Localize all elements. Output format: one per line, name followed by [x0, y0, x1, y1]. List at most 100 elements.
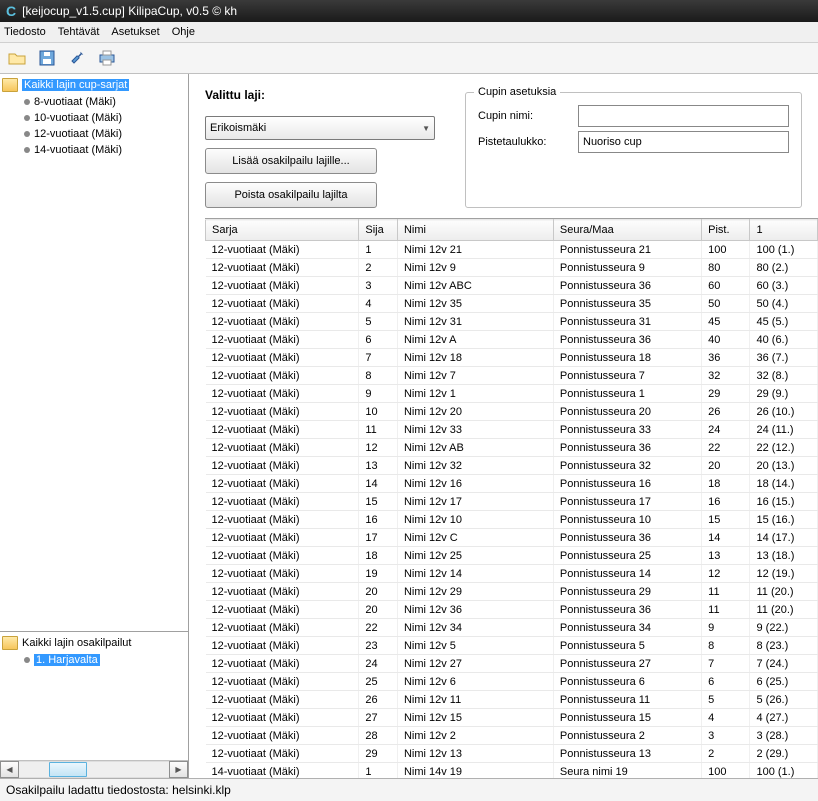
table-row[interactable]: 12-vuotiaat (Mäki)6Nimi 12v APonnistusse… [206, 331, 818, 349]
tree-item-series[interactable]: 8-vuotiaat (Mäki) [2, 94, 186, 110]
table-cell: Nimi 12v 11 [397, 691, 553, 709]
table-row[interactable]: 12-vuotiaat (Mäki)11Nimi 12v 33Ponnistus… [206, 421, 818, 439]
table-cell: 60 (3.) [750, 277, 818, 295]
table-cell: 12-vuotiaat (Mäki) [206, 619, 359, 637]
table-row[interactable]: 12-vuotiaat (Mäki)20Nimi 12v 29Ponnistus… [206, 583, 818, 601]
table-row[interactable]: 12-vuotiaat (Mäki)12Nimi 12v ABPonnistus… [206, 439, 818, 457]
table-cell: Nimi 12v 1 [397, 385, 553, 403]
table-cell: Ponnistusseura 36 [553, 331, 701, 349]
table-cell: 12-vuotiaat (Mäki) [206, 547, 359, 565]
table-row[interactable]: 12-vuotiaat (Mäki)10Nimi 12v 20Ponnistus… [206, 403, 818, 421]
scroll-track[interactable] [19, 761, 169, 778]
table-cell: Nimi 12v 35 [397, 295, 553, 313]
table-cell: Nimi 12v 16 [397, 475, 553, 493]
table-row[interactable]: 12-vuotiaat (Mäki)3Nimi 12v ABCPonnistus… [206, 277, 818, 295]
table-cell: Ponnistusseura 17 [553, 493, 701, 511]
table-row[interactable]: 12-vuotiaat (Mäki)27Nimi 12v 15Ponnistus… [206, 709, 818, 727]
table-cell: 12-vuotiaat (Mäki) [206, 529, 359, 547]
table-row[interactable]: 12-vuotiaat (Mäki)28Nimi 12v 2Ponnistuss… [206, 727, 818, 745]
toolbar [0, 43, 818, 74]
table-cell: 3 [359, 277, 398, 295]
table-cell: 12-vuotiaat (Mäki) [206, 709, 359, 727]
table-row[interactable]: 12-vuotiaat (Mäki)29Nimi 12v 13Ponnistus… [206, 745, 818, 763]
table-row[interactable]: 12-vuotiaat (Mäki)23Nimi 12v 5Ponnistuss… [206, 637, 818, 655]
sport-combo-value: Erikoismäki [210, 122, 266, 134]
tree-item-competition[interactable]: 1. Harjavalta [2, 652, 186, 668]
points-table-input[interactable]: Nuoriso cup [578, 131, 789, 153]
save-button[interactable] [34, 45, 60, 71]
table-cell: 12-vuotiaat (Mäki) [206, 655, 359, 673]
menu-ohje[interactable]: Ohje [172, 26, 195, 38]
table-row[interactable]: 12-vuotiaat (Mäki)14Nimi 12v 16Ponnistus… [206, 475, 818, 493]
table-cell: Ponnistusseura 33 [553, 421, 701, 439]
table-row[interactable]: 12-vuotiaat (Mäki)20Nimi 12v 36Ponnistus… [206, 601, 818, 619]
print-button[interactable] [94, 45, 120, 71]
tree-item-label: 8-vuotiaat (Mäki) [34, 96, 116, 108]
table-cell: 17 [359, 529, 398, 547]
competitions-tree[interactable]: Kaikki lajin osakilpailut 1. Harjavalta [0, 631, 188, 760]
menu-asetukset[interactable]: Asetukset [111, 26, 159, 38]
settings-button[interactable] [64, 45, 90, 71]
table-cell: 36 [702, 349, 750, 367]
scroll-right-icon[interactable]: ▶ [169, 761, 188, 778]
table-row[interactable]: 12-vuotiaat (Mäki)19Nimi 12v 14Ponnistus… [206, 565, 818, 583]
table-row[interactable]: 12-vuotiaat (Mäki)25Nimi 12v 6Ponnistuss… [206, 673, 818, 691]
left-scrollbar[interactable]: ◀ ▶ [0, 760, 188, 778]
menu-tiedosto[interactable]: Tiedosto [4, 26, 46, 38]
scroll-left-icon[interactable]: ◀ [0, 761, 19, 778]
table-row[interactable]: 12-vuotiaat (Mäki)15Nimi 12v 17Ponnistus… [206, 493, 818, 511]
remove-competition-label: Poista osakilpailu lajilta [234, 189, 347, 201]
table-cell: Nimi 12v 18 [397, 349, 553, 367]
open-button[interactable] [4, 45, 30, 71]
column-header[interactable]: Seura/Maa [553, 220, 701, 241]
column-header[interactable]: Sarja [206, 220, 359, 241]
table-cell: 60 [702, 277, 750, 295]
tree-root-competitions[interactable]: Kaikki lajin osakilpailut [2, 636, 186, 650]
table-cell: Ponnistusseura 11 [553, 691, 701, 709]
tree-item-series[interactable]: 14-vuotiaat (Mäki) [2, 142, 186, 158]
bullet-icon [24, 99, 30, 105]
table-cell: Nimi 12v 17 [397, 493, 553, 511]
add-competition-button[interactable]: Lisää osakilpailu lajille... [205, 148, 377, 174]
table-row[interactable]: 12-vuotiaat (Mäki)24Nimi 12v 27Ponnistus… [206, 655, 818, 673]
menu-tehtavat[interactable]: Tehtävät [58, 26, 100, 38]
tree-root-cup-series[interactable]: Kaikki lajin cup-sarjat [2, 78, 186, 92]
table-row[interactable]: 12-vuotiaat (Mäki)9Nimi 12v 1Ponnistusse… [206, 385, 818, 403]
table-cell: 9 [702, 619, 750, 637]
selected-sport-heading: Valittu laji: [205, 88, 435, 102]
table-row[interactable]: 12-vuotiaat (Mäki)7Nimi 12v 18Ponnistuss… [206, 349, 818, 367]
column-header[interactable]: Pist. [702, 220, 750, 241]
table-row[interactable]: 12-vuotiaat (Mäki)17Nimi 12v CPonnistuss… [206, 529, 818, 547]
cup-series-tree[interactable]: Kaikki lajin cup-sarjat 8-vuotiaat (Mäki… [0, 74, 188, 631]
table-cell: Ponnistusseura 18 [553, 349, 701, 367]
table-row[interactable]: 12-vuotiaat (Mäki)13Nimi 12v 32Ponnistus… [206, 457, 818, 475]
scroll-thumb[interactable] [49, 762, 87, 777]
results-table-wrap[interactable]: SarjaSijaNimiSeura/MaaPist.1 12-vuotiaat… [205, 218, 818, 778]
table-cell: 12-vuotiaat (Mäki) [206, 403, 359, 421]
table-cell: 12-vuotiaat (Mäki) [206, 637, 359, 655]
tree-item-series[interactable]: 10-vuotiaat (Mäki) [2, 110, 186, 126]
cup-name-input[interactable] [578, 105, 789, 127]
table-row[interactable]: 12-vuotiaat (Mäki)1Nimi 12v 21Ponnistuss… [206, 241, 818, 259]
column-header[interactable]: Nimi [397, 220, 553, 241]
table-row[interactable]: 12-vuotiaat (Mäki)4Nimi 12v 35Ponnistuss… [206, 295, 818, 313]
table-row[interactable]: 12-vuotiaat (Mäki)2Nimi 12v 9Ponnistusse… [206, 259, 818, 277]
table-row[interactable]: 12-vuotiaat (Mäki)8Nimi 12v 7Ponnistusse… [206, 367, 818, 385]
table-cell: 26 (10.) [750, 403, 818, 421]
column-header[interactable]: Sija [359, 220, 398, 241]
table-cell: 24 (11.) [750, 421, 818, 439]
table-cell: 40 (6.) [750, 331, 818, 349]
table-cell: 12-vuotiaat (Mäki) [206, 673, 359, 691]
table-row[interactable]: 14-vuotiaat (Mäki)1Nimi 14v 19Seura nimi… [206, 763, 818, 779]
table-row[interactable]: 12-vuotiaat (Mäki)26Nimi 12v 11Ponnistus… [206, 691, 818, 709]
table-cell: 12-vuotiaat (Mäki) [206, 277, 359, 295]
table-row[interactable]: 12-vuotiaat (Mäki)18Nimi 12v 25Ponnistus… [206, 547, 818, 565]
tree-item-series[interactable]: 12-vuotiaat (Mäki) [2, 126, 186, 142]
table-row[interactable]: 12-vuotiaat (Mäki)5Nimi 12v 31Ponnistuss… [206, 313, 818, 331]
table-row[interactable]: 12-vuotiaat (Mäki)22Nimi 12v 34Ponnistus… [206, 619, 818, 637]
table-cell: Ponnistusseura 7 [553, 367, 701, 385]
remove-competition-button[interactable]: Poista osakilpailu lajilta [205, 182, 377, 208]
column-header[interactable]: 1 [750, 220, 818, 241]
table-row[interactable]: 12-vuotiaat (Mäki)16Nimi 12v 10Ponnistus… [206, 511, 818, 529]
sport-combo[interactable]: Erikoismäki ▼ [205, 116, 435, 140]
